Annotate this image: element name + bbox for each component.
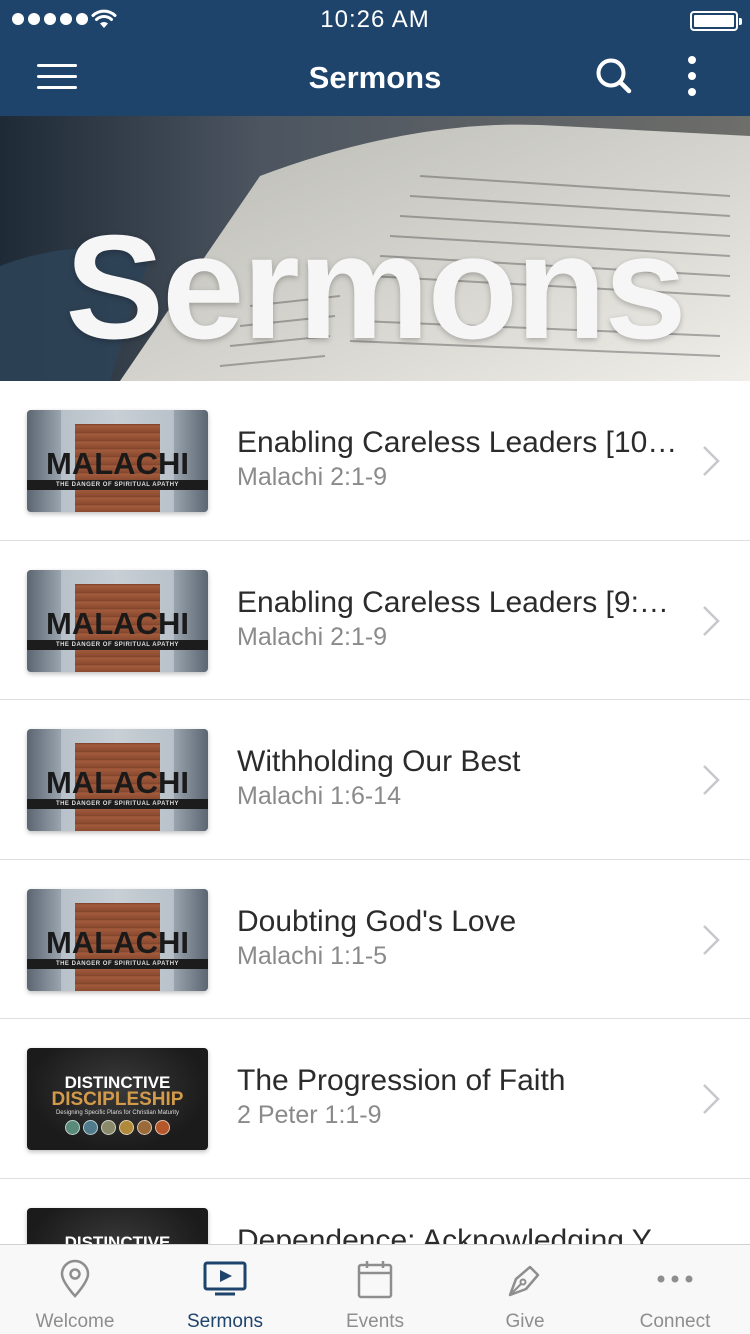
tab-sermons[interactable]: Sermons	[150, 1245, 300, 1334]
sermon-passage: 2 Peter 1:1-9	[237, 1101, 382, 1129]
tab-events[interactable]: Events	[300, 1245, 450, 1334]
tab-welcome[interactable]: Welcome	[0, 1245, 150, 1334]
hero-title: Sermons	[65, 205, 686, 370]
thumbnail-tagline: THE DANGER OF SPIRITUAL APATHY	[27, 639, 208, 650]
calendar-icon	[357, 1261, 393, 1299]
tab-label: Give	[505, 1311, 545, 1332]
thumbnail-series-word: MALACHI	[46, 924, 189, 960]
video-icon	[203, 1261, 247, 1296]
map-pin-icon	[60, 1259, 90, 1298]
battery-icon	[690, 11, 742, 31]
sermon-passage: Malachi 1:1-5	[237, 941, 388, 970]
thumbnail-tagline: THE DANGER OF SPIRITUAL APATHY	[27, 480, 208, 490]
sermon-title: Doubting God's Love	[237, 904, 517, 938]
thumbnail-series-word: MALACHI	[46, 605, 189, 641]
sermon-thumbnail: MALACHI THE DANGER OF SPIRITUAL APATHY	[27, 410, 208, 512]
thumbnail-tagline: THE DANGER OF SPIRITUAL APATHY	[27, 958, 208, 969]
thumbnail-tagline: THE DANGER OF SPIRITUAL APATHY	[27, 799, 208, 809]
pen-icon	[508, 1265, 540, 1297]
sermon-row[interactable]: DISTINCTIVE DISCIPLESHIP Designing Speci…	[0, 1019, 750, 1179]
sermon-thumbnail: MALACHI THE DANGER OF SPIRITUAL APATHY	[27, 729, 208, 831]
search-icon[interactable]	[590, 52, 638, 100]
sermon-row[interactable]: MALACHI THE DANGER OF SPIRITUAL APATHY E…	[0, 540, 750, 700]
status-bar: 10:26 AM	[0, 0, 750, 40]
tab-give[interactable]: Give	[450, 1245, 600, 1334]
tab-label: Events	[345, 1311, 405, 1332]
chevron-right-icon	[703, 1084, 720, 1114]
thumbnail-series-word: MALACHI	[46, 446, 189, 481]
more-vertical-icon[interactable]	[672, 52, 712, 100]
chevron-right-icon	[703, 446, 720, 476]
sermon-passage: Malachi 2:1-9	[237, 463, 388, 491]
tab-connect[interactable]: Connect	[600, 1245, 750, 1334]
status-time: 10:26 AM	[320, 6, 430, 33]
sermon-thumbnail: MALACHI THE DANGER OF SPIRITUAL APATHY	[27, 888, 208, 991]
sermon-thumbnail: DISTINCTIVE DISCIPLESHIP Designing Speci…	[27, 1048, 208, 1150]
navigation-bar: Sermons	[0, 40, 750, 116]
thumbnail-series-word: MALACHI	[46, 765, 189, 800]
thumbnail-tagline: Designing Specific Plans for Christian M…	[55, 1110, 180, 1116]
tab-label: Sermons	[186, 1311, 264, 1332]
chevron-right-icon	[703, 924, 720, 955]
chevron-right-icon	[703, 765, 720, 795]
sermon-thumbnail: MALACHI THE DANGER OF SPIRITUAL APATHY	[27, 569, 208, 672]
sermon-row[interactable]: MALACHI THE DANGER OF SPIRITUAL APATHY W…	[0, 700, 750, 860]
sermon-row[interactable]: MALACHI THE DANGER OF SPIRITUAL APATHY E…	[0, 381, 750, 541]
chevron-right-icon	[703, 605, 720, 636]
tab-label: Connect	[639, 1311, 711, 1332]
sermon-passage: Malachi 2:1-9	[237, 622, 388, 651]
sermon-row[interactable]: MALACHI THE DANGER OF SPIRITUAL APATHY D…	[0, 859, 750, 1019]
sermon-title: Enabling Careless Leaders [10:...	[237, 426, 679, 459]
hero-banner: Sermons	[0, 116, 750, 381]
sermon-title: Withholding Our Best	[237, 745, 521, 778]
tab-label: Welcome	[35, 1311, 115, 1332]
thumbnail-series-line2: DISCIPLESHIP	[51, 1089, 184, 1110]
more-dots-icon	[657, 1275, 693, 1283]
sermon-title: Enabling Careless Leaders [9:0...	[237, 585, 679, 619]
sermon-title: The Progression of Faith	[237, 1064, 566, 1097]
sermon-passage: Malachi 1:6-14	[237, 782, 401, 810]
sermon-list: MALACHI THE DANGER OF SPIRITUAL APATHY E…	[0, 381, 750, 1334]
tab-bar: Welcome Sermons Events Give Connect	[0, 1244, 750, 1334]
